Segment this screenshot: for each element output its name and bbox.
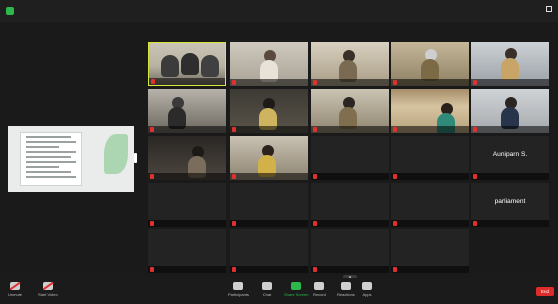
share-screen-icon [291,282,302,290]
muted-mic-icon [393,267,397,272]
muted-mic-icon [393,127,397,132]
participant-tile[interactable] [391,183,469,227]
apps-button[interactable]: Apps [362,282,372,297]
participants-label: Participants [228,292,249,297]
participant-tile[interactable] [391,42,469,86]
view-toggle-button[interactable] [546,6,554,12]
participant-tile[interactable] [230,136,308,180]
video-off-icon [42,282,53,290]
muted-mic-icon [313,127,317,132]
participant-tile[interactable] [311,89,389,133]
participant-tile[interactable] [391,136,469,180]
participant-tile[interactable] [230,89,308,133]
participant-tile[interactable] [471,89,549,133]
participant-tile[interactable] [311,183,389,227]
participant-tile[interactable] [311,229,389,273]
muted-mic-icon [473,127,477,132]
participant-display-name: Auniparn S. [492,151,528,158]
muted-mic-icon [232,174,236,179]
apps-label: Apps [362,292,372,297]
reactions-button[interactable]: Reactions [337,282,355,297]
muted-mic-icon [150,174,154,179]
muted-mic-icon [473,221,477,226]
record-icon [314,282,325,290]
participant-tile[interactable] [230,229,308,273]
start-video-button[interactable]: Start Video [38,282,58,297]
muted-mic-icon [232,80,236,85]
microphone-muted-icon [10,282,20,290]
muted-mic-icon [151,79,155,84]
chat-label: Chat [262,292,272,297]
chat-button[interactable]: Chat [262,282,272,297]
participant-tile[interactable] [148,89,226,133]
meeting-toolbar: Unmute Start Video Participants Chat Sha… [0,278,558,304]
muted-mic-icon [232,267,236,272]
record-button[interactable]: Record [313,282,326,297]
muted-mic-icon [393,221,397,226]
record-label: Record [313,292,326,297]
chat-icon [262,282,272,290]
start-video-label: Start Video [38,292,58,297]
shared-screen-thumbnail[interactable] [8,126,134,192]
muted-mic-icon [313,221,317,226]
participant-display-name: parliament [494,198,526,205]
participant-tile[interactable] [311,42,389,86]
shield-icon [6,7,14,15]
participant-tile[interactable] [148,183,226,227]
muted-mic-icon [393,174,397,179]
participants-button[interactable]: Participants [228,282,249,297]
grid-view-icon [546,6,552,12]
participant-tile[interactable]: parliament [471,183,549,227]
reactions-label: Reactions [337,292,355,297]
participant-tile[interactable] [230,183,308,227]
muted-mic-icon [150,127,154,132]
participant-tile[interactable] [391,89,469,133]
decorative-leaf-image [104,134,128,174]
unmute-label: Unmute [8,292,23,297]
shared-document [20,132,82,186]
apps-icon [362,282,372,290]
muted-mic-icon [313,267,317,272]
participant-tile[interactable] [148,136,226,180]
muted-mic-icon [313,80,317,85]
muted-mic-icon [150,267,154,272]
end-meeting-button[interactable]: End [536,287,554,296]
share-screen-button[interactable]: Share Screen [284,282,308,297]
muted-mic-icon [150,221,154,226]
participant-tile[interactable] [230,42,308,86]
share-screen-label: Share Screen [284,292,309,297]
participant-tile[interactable]: Auniparn S. [471,136,549,180]
reactions-icon [340,282,351,290]
muted-mic-icon [393,80,397,85]
muted-mic-icon [473,174,477,179]
muted-mic-icon [473,80,477,85]
muted-mic-icon [313,174,317,179]
meeting-info[interactable] [6,7,18,15]
participant-tile[interactable] [311,136,389,180]
participant-tile[interactable] [391,229,469,273]
meeting-top-bar [0,0,558,22]
unmute-button[interactable]: Unmute [8,282,22,297]
participant-tile[interactable] [148,229,226,273]
participants-icon [233,282,244,290]
panel-splitter-handle[interactable] [134,153,137,163]
participant-tile[interactable] [148,42,226,86]
participant-tile[interactable] [471,42,549,86]
muted-mic-icon [232,127,236,132]
muted-mic-icon [232,221,236,226]
